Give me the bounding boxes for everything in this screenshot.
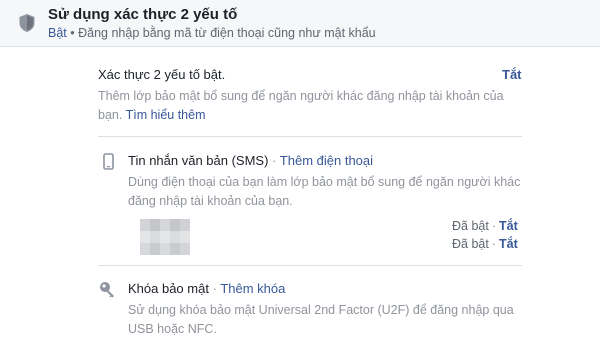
- security-key-dot: ·: [212, 281, 217, 296]
- two-factor-enabled-title: Xác thực 2 yếu tố bật.: [98, 67, 226, 82]
- phone-status: Đã bật: [452, 219, 489, 233]
- page-title: Sử dụng xác thực 2 yếu tố: [48, 6, 238, 23]
- sms-dot: ·: [272, 153, 277, 168]
- phone-status-separator: ·: [491, 237, 497, 251]
- sms-title: Tin nhắn văn bản (SMS): [128, 153, 269, 168]
- turn-off-button[interactable]: Tắt: [502, 67, 522, 82]
- phone-turn-off-button[interactable]: Tắt: [499, 219, 518, 233]
- header-separator: •: [70, 26, 75, 40]
- add-key-link[interactable]: Thêm khóa: [220, 281, 285, 296]
- sms-row-title: Tin nhắn văn bản (SMS) · Thêm điện thoại: [128, 153, 373, 168]
- divider: [98, 136, 522, 137]
- phone-status-row: Đã bật · Tắt: [452, 219, 518, 233]
- settings-header[interactable]: Sử dụng xác thực 2 yếu tố Bật • Đăng nhậ…: [0, 0, 600, 47]
- header-description: Đăng nhập bằng mã từ điện thoại cũng như…: [78, 26, 376, 40]
- phone-status: Đã bật: [452, 237, 489, 251]
- phone-icon: [103, 153, 114, 175]
- security-key-title: Khóa bảo mật: [128, 281, 209, 296]
- shield-icon: [18, 13, 36, 38]
- security-key-description: Sử dụng khóa bảo mật Universal 2nd Facto…: [128, 303, 514, 336]
- status-on-link[interactable]: Bật: [48, 26, 67, 40]
- add-phone-link[interactable]: Thêm điện thoại: [280, 153, 373, 168]
- redacted-phone-numbers: [140, 219, 190, 255]
- header-subtitle: Bật • Đăng nhập bằng mã từ điện thoại cũ…: [48, 26, 376, 40]
- divider: [98, 265, 522, 266]
- phone-turn-off-button[interactable]: Tắt: [499, 237, 518, 251]
- phone-status-row: Đã bật · Tắt: [452, 237, 518, 251]
- sms-description: Dùng điện thoại của bạn làm lớp bảo mật …: [128, 175, 521, 208]
- settings-panel: Xác thực 2 yếu tố bật. Tắt Thêm lớp bảo …: [0, 47, 600, 352]
- security-key-row-title: Khóa bảo mật · Thêm khóa: [128, 281, 285, 296]
- learn-more-link[interactable]: Tìm hiểu thêm: [126, 108, 206, 122]
- key-icon: [99, 281, 117, 304]
- enabled-description: Thêm lớp bảo mật bổ sung để ngăn người k…: [98, 87, 510, 125]
- phone-status-separator: ·: [491, 219, 497, 233]
